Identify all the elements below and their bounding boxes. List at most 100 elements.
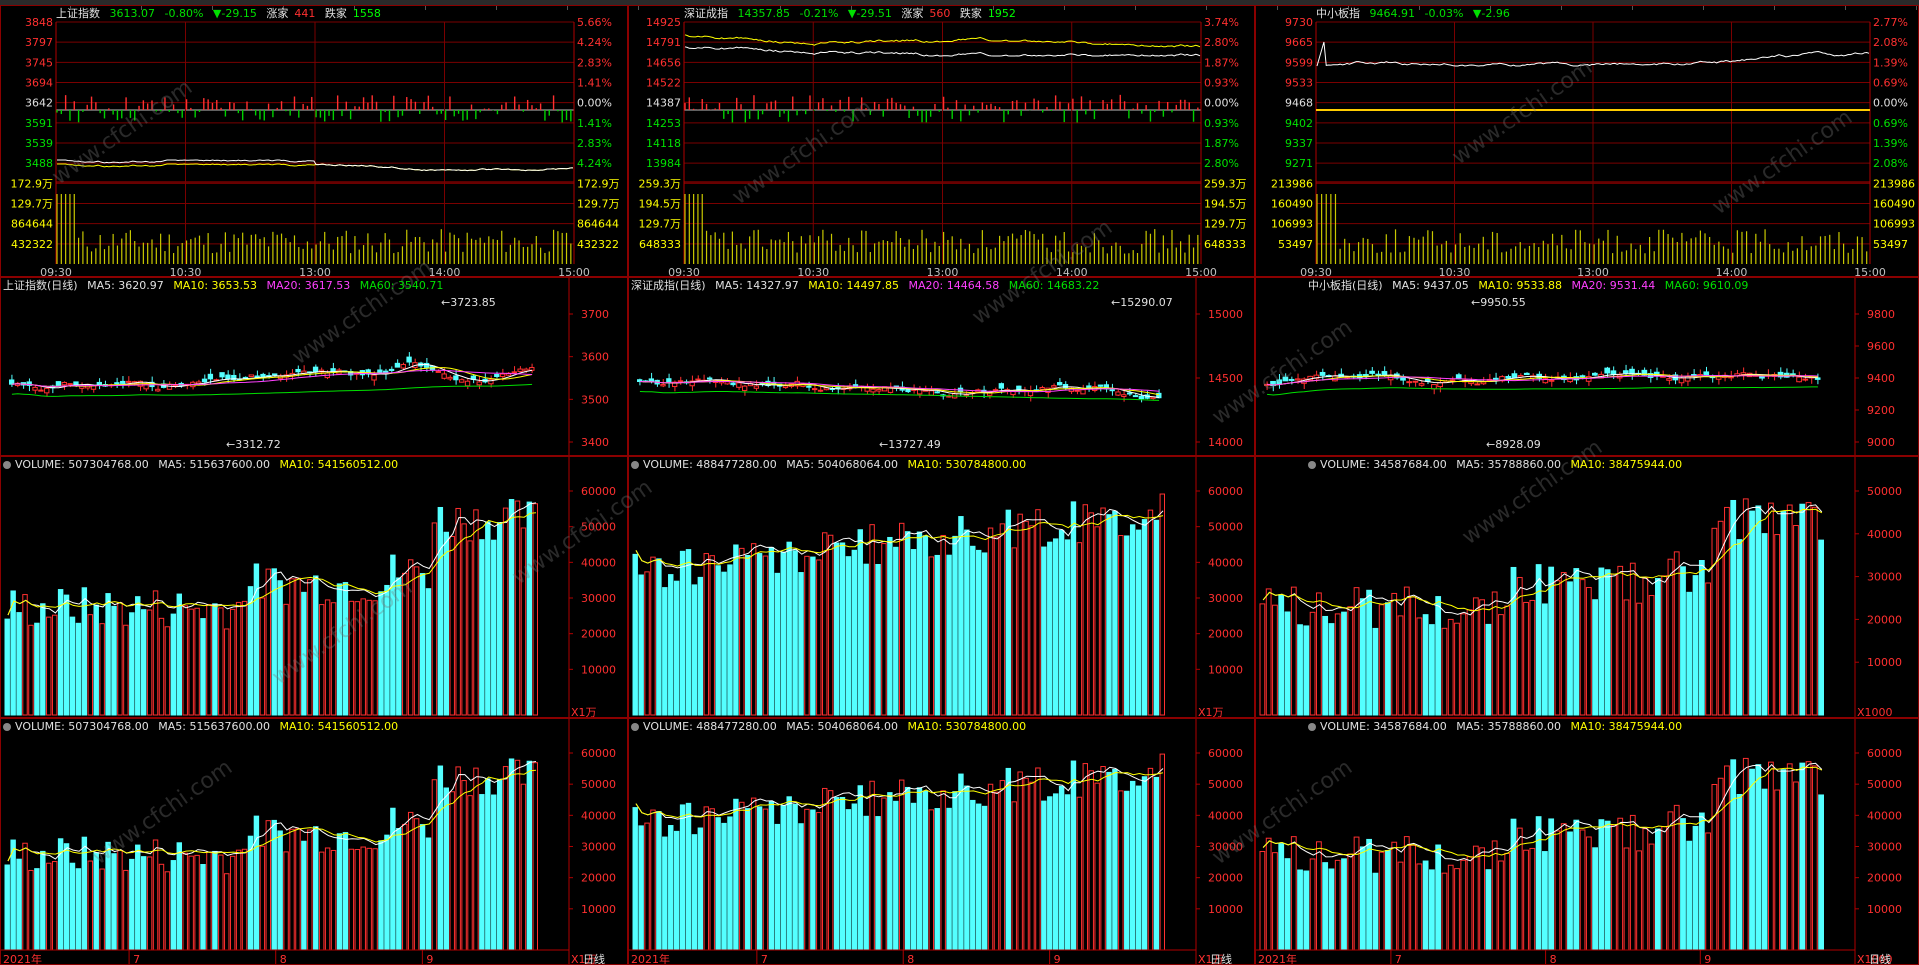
settings-dot-icon[interactable] (3, 461, 11, 469)
volume-bar (241, 600, 248, 716)
candle (742, 385, 748, 391)
candle (660, 384, 666, 387)
volume-bar (1441, 627, 1448, 716)
volume-bar (360, 846, 366, 951)
daily-panel-sme[interactable]: 中小板指(日线) MA5: 9437.05 MA10: 9533.88 MA20… (1255, 277, 1919, 456)
daily-panel-sh[interactable]: 上证指数(日线) MA5: 3620.97 MA10: 3653.53 MA20… (0, 277, 628, 456)
volume-bar (1023, 520, 1029, 716)
candle (1505, 376, 1512, 379)
volume-bar (1768, 502, 1774, 716)
date-month-label: 8 (280, 953, 287, 965)
volume-bar (10, 590, 16, 716)
volume-bar (123, 869, 129, 951)
volume-bar (1604, 820, 1611, 951)
daily-panel-sz[interactable]: 深证成指(日线) MA5: 14327.97 MA10: 14497.85 MA… (628, 277, 1255, 456)
candle (1115, 391, 1121, 396)
volume-bar (1761, 788, 1768, 951)
volume-bar (1535, 816, 1542, 951)
volume-tick-label: 30000 (1867, 841, 1902, 854)
volume-bar (970, 545, 976, 716)
volume-bar (224, 873, 230, 951)
vol-ma5: MA5: 515637600.00 (158, 458, 270, 471)
volume-bar (1786, 504, 1793, 716)
settings-dot-icon[interactable] (631, 461, 639, 469)
volume-panel-sh[interactable]: VOLUME: 507304768.00 MA5: 515637600.00 M… (0, 456, 628, 718)
volume-tick-label: 50000 (1208, 521, 1243, 534)
volume-bar (111, 605, 117, 716)
volume-tick-label: 50000 (1208, 778, 1243, 791)
volume-bar (952, 535, 958, 716)
candle (1406, 381, 1413, 384)
candle (928, 390, 934, 396)
volume-bar (638, 825, 644, 951)
volume-bar (1284, 611, 1291, 716)
volume2-panel-sh[interactable]: VOLUME: 507304768.00 MA5: 515637600.00 M… (0, 718, 628, 965)
volume-bar (1141, 776, 1148, 951)
volume-bar (336, 833, 343, 951)
volume-bar (396, 828, 402, 951)
volume-bar (1041, 800, 1047, 951)
candle (523, 368, 529, 372)
volume2-panel-sz[interactable]: VOLUME: 488477280.00 MA5: 504068064.00 M… (628, 718, 1255, 965)
volume-bar (69, 616, 76, 716)
candle (219, 372, 225, 378)
volume-bar (1705, 582, 1712, 716)
volume-bar (443, 531, 450, 716)
volume2-chart-sme: 600005000040000300002000010000X10002021年… (1256, 719, 1902, 964)
intraday-panel-sme[interactable]: 中小板指 9464.91 -0.03% ▼-2.96 9730 9665 9599 9… (1255, 5, 1919, 277)
volume-bar (1579, 579, 1586, 716)
volume-bar (277, 580, 283, 716)
volume-bar (1504, 605, 1511, 716)
volume-bar (1592, 599, 1599, 716)
volume-panel-sz[interactable]: VOLUME: 488477280.00 MA5: 504068064.00 M… (628, 456, 1255, 718)
settings-dot-icon[interactable] (1308, 461, 1316, 469)
volume-bar (485, 778, 491, 951)
volume-bar (1023, 777, 1029, 951)
volume-bar (526, 501, 533, 716)
intraday-panel-sz[interactable]: 深证成指 14357.85 -0.21% ▼-29.51 涨家 560 跌家 195… (628, 5, 1255, 277)
volume-bar (922, 790, 929, 951)
volume-bar (75, 622, 82, 716)
volume-bar (1755, 505, 1762, 716)
left-tick-label: 9337 (1285, 137, 1313, 150)
volume-bar (1698, 560, 1705, 716)
volume2-panel-sme[interactable]: VOLUME: 34587684.00 MA5: 35788860.00 MA1… (1255, 718, 1919, 965)
volume-bar (715, 817, 721, 951)
volume-bar (833, 797, 840, 951)
settings-dot-icon[interactable] (1308, 723, 1316, 731)
volume-bar (135, 844, 141, 951)
up-label: 涨家 (901, 7, 924, 20)
volume-bar (384, 584, 390, 716)
ma20-value: MA20: 9531.44 (1571, 279, 1656, 292)
volume-bar (1498, 614, 1504, 716)
volume-bar (1385, 850, 1391, 951)
volume-bar (1410, 596, 1416, 716)
volume-panel-sme[interactable]: VOLUME: 34587684.00 MA5: 35788860.00 MA1… (1255, 456, 1919, 718)
volume-bar (1755, 764, 1762, 951)
volume-bar (218, 607, 224, 716)
volume-bar (715, 565, 721, 716)
volume-bar (437, 506, 444, 716)
candle (511, 371, 517, 374)
candle (1759, 376, 1765, 379)
volume-tick-label: 50000 (581, 521, 616, 534)
right-tick-label: 2.80% (1204, 36, 1239, 49)
volume-bar (656, 558, 662, 716)
volume-bar (1435, 844, 1442, 951)
time-label: 10:30 (170, 266, 202, 277)
left-tick-label: 9271 (1285, 157, 1313, 170)
volume-bar (833, 542, 840, 716)
right-tick-label: 1.87% (1204, 137, 1239, 150)
volume-bar (16, 858, 22, 951)
candle (934, 391, 940, 394)
ma60-value: MA60: 9610.09 (1664, 279, 1749, 292)
volume-bar (277, 830, 283, 951)
candle (394, 362, 401, 368)
settings-dot-icon[interactable] (631, 723, 639, 731)
volume-bar (881, 543, 887, 716)
volume-bar (63, 594, 70, 716)
volume-bar (1736, 539, 1743, 716)
volume-bar (1655, 828, 1661, 951)
intraday-panel-sh[interactable]: 上证指数 3613.07 -0.80% ▼-29.15 涨家 441 跌家 1558… (0, 5, 628, 277)
settings-dot-icon[interactable] (3, 723, 11, 731)
